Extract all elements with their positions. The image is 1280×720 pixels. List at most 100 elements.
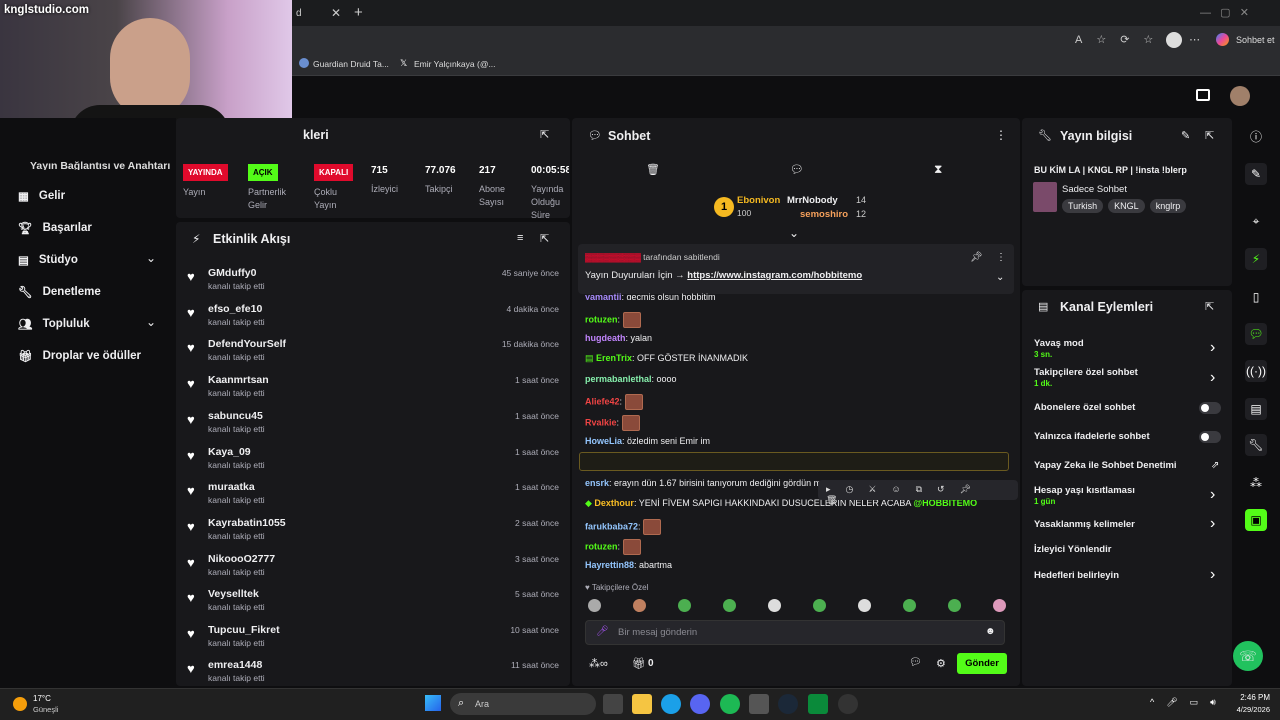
app-icon[interactable] [808,694,828,714]
chat-username[interactable]: permabanlethal [585,374,652,384]
popout-icon[interactable]: ⇱ [540,232,549,245]
chat-username[interactable]: farukbaba72 [585,521,638,531]
category-name[interactable]: Sadece Sohbet [1062,184,1127,195]
event-user[interactable]: muraatka [208,481,255,493]
event-user[interactable]: efso_efe10 [208,303,262,315]
sidebar-item-basarilar[interactable]: 🏆︎ Başarılar [18,221,92,235]
chevron-right-icon[interactable]: › [1210,515,1215,533]
support-button[interactable]: ☏ [1233,641,1263,671]
chat-message[interactable]: Hayrettin88: abartma [585,560,672,570]
chat-icon[interactable]: 💬︎ [1245,323,1267,345]
terminal-icon[interactable] [749,694,769,714]
broadcast-icon[interactable]: ((·)) [1245,360,1267,382]
leader2-name[interactable]: MrrNobody [787,195,838,206]
event-row[interactable]: ♥ GMduffy0 kanalı takip etti 45 saniye önce [187,265,559,301]
wrench-icon[interactable]: 🔧︎ [1245,434,1267,456]
chat-message[interactable]: rotuzen: [585,539,641,555]
event-row[interactable]: ♥ Veyselltek kanalı takip etti 5 saat önce [187,586,559,622]
chat-username[interactable]: Hayrettin88 [585,560,634,570]
message-actions-toolbar[interactable]: ▸◷⚔☺⧉↺📌︎🗑︎ [818,480,1018,505]
emote-only-toggle[interactable] [1199,431,1221,443]
pin-icon[interactable]: 📌︎ [970,252,983,263]
chat-username[interactable]: rotuzen [585,541,618,551]
explorer-icon[interactable] [632,694,652,714]
spotify-icon[interactable] [720,694,740,714]
event-row[interactable]: ♥ Kayrabatin1055 kanalı takip etti 2 saat ö… [187,515,559,551]
sidebar-item-studyo[interactable]: ▤ Stüdyo [18,253,78,267]
collapse-icon[interactable]: ⌄ [789,226,799,240]
profile-icon[interactable] [1166,32,1182,48]
chevron-down-icon[interactable]: ⌄ [146,251,156,265]
taskbar-search[interactable] [450,693,596,715]
edge-icon[interactable] [661,694,681,714]
toolbar-icons[interactable]: A☆⟳☆⧉⋯ [1075,33,1214,47]
event-user[interactable]: DefendYourSelf [208,338,286,350]
chat-username[interactable]: rotuzen [585,314,618,324]
bookmark-1[interactable]: Guardian Druid Ta... [313,59,389,69]
emote-bar[interactable] [588,599,1038,612]
obs-icon[interactable] [838,694,858,714]
sidebar-item-denetleme[interactable]: 🔧︎ Denetleme [18,285,101,299]
event-user[interactable]: GMduffy0 [208,267,256,279]
chevron-right-icon[interactable]: › [1210,339,1215,357]
steam-icon[interactable] [778,694,798,714]
layout-icon[interactable]: ▤ [1245,398,1267,420]
sidebar-item-topluluk[interactable]: 👥︎ Topluluk [18,317,90,331]
event-user[interactable]: NikoooO2777 [208,553,275,565]
chevron-right-icon[interactable]: › [1210,486,1215,504]
action-followers-chat[interactable]: Takipçilere özel sohbet 1 dk. [1034,367,1138,388]
event-row[interactable]: ♥ efso_efe10 kanalı takip etti 4 dakika önc… [187,301,559,337]
event-row[interactable]: ♥ sabuncu45 kanalı takip etti 1 saat önce [187,408,559,444]
taskview-icon[interactable] [603,694,623,714]
mic-icon[interactable]: 🎤︎ [596,626,609,637]
chat-username[interactable]: hugdeath [585,333,626,343]
popout-icon[interactable]: ⇱ [1205,300,1214,313]
chevron-right-icon[interactable]: › [1210,566,1215,584]
sidebar-item-gelir[interactable]: ▦ Gelir [18,189,65,203]
edit-icon[interactable]: ✎ [1181,129,1190,142]
event-user[interactable]: Kaya_09 [208,446,251,458]
chat-message[interactable]: hugdeath: yalan [585,333,652,343]
event-row[interactable]: ♥ Tupcuu_Fikret kanalı takip etti 10 saat ö… [187,622,559,658]
chevron-down-icon[interactable]: ⌄ [996,272,1004,283]
leader-name[interactable]: Ebonivon [737,195,780,206]
action-raid[interactable]: İzleyici Yönlendir [1034,544,1111,555]
chat-username[interactable]: yamantii [585,292,622,300]
close-tab-icon[interactable]: ✕ [331,6,341,20]
studio-icon[interactable] [1196,89,1210,101]
event-user[interactable]: Tupcuu_Fikret [208,624,280,636]
chat-message[interactable]: yamantii: geçmiş olsun hobbitim [585,292,716,300]
event-user[interactable]: emrea1448 [208,659,262,671]
chat-message[interactable]: Rvalkie: [585,415,640,431]
action-ai-moderation[interactable]: Yapay Zeka ile Sohbet Denetimi [1034,460,1177,471]
event-row[interactable]: ♥ Kaanmrtsan kanalı takip etti 1 saat önce [187,372,559,408]
chat-icon[interactable]: 💬︎ [790,163,804,176]
copilot-icon[interactable] [1216,33,1229,46]
leader3-name[interactable]: semoshiro [800,209,848,220]
event-row[interactable]: ♥ Kaya_09 kanalı takip etti 1 saat önce [187,444,559,480]
chat-username[interactable]: Rvalkie [585,417,617,427]
clock-time[interactable]: 2:46 PM [1230,693,1270,702]
action-slow-mode[interactable]: Yavaş mod 3 sn. [1034,338,1084,359]
chat-message[interactable]: ▤ ErenTrix: OFF GÖSTER İNANMADIK [585,353,748,364]
event-row[interactable]: ♥ muraatka kanalı takip etti 1 saat önce [187,479,559,515]
windows-start-icon[interactable] [425,695,441,711]
target-icon[interactable]: ⌖ [1245,210,1267,232]
gift-icon[interactable]: 🎁︎ [632,657,646,670]
chat-username[interactable]: ensrk [585,478,609,488]
event-user[interactable]: Veyselltek [208,588,259,600]
send-button[interactable]: Gönder [957,653,1007,674]
chat-settings-icon[interactable]: 💬︎ [909,657,922,668]
tag-chip[interactable]: KNGL [1108,199,1145,213]
window-controls[interactable]: — ▢ ✕ [1200,6,1249,19]
more-icon[interactable]: ⋮ [996,252,1006,263]
chat-message[interactable]: permabanlethal: oooo [585,374,677,384]
tab-fragment[interactable]: d [296,8,302,19]
nodes-icon[interactable]: ⁂ [1245,472,1267,494]
chat-message[interactable]: ensrk: erayın dün 1.67 birisini tanıyoru… [585,478,821,488]
event-user[interactable]: Kaanmrtsan [208,374,269,386]
copilot-label[interactable]: Sohbet et [1236,35,1275,45]
subscribers-toggle[interactable] [1199,402,1221,414]
chat-message[interactable]: farukbaba72: [585,519,662,535]
points-icon[interactable]: ⁂∞ [589,657,608,670]
